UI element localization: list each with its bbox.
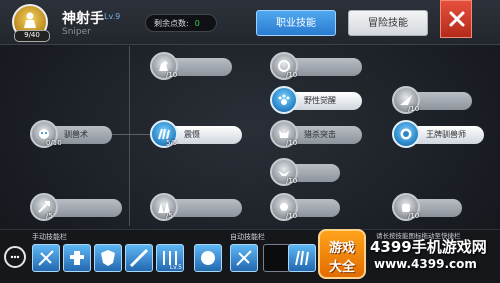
crossbow-icon	[236, 250, 252, 266]
skill-level: /10	[408, 105, 420, 113]
archer-icon	[24, 12, 36, 28]
manual-slot-4[interactable]	[125, 244, 153, 272]
skill-level: /10	[286, 71, 298, 79]
manual-slot-2[interactable]	[63, 244, 91, 272]
class-name-en: Sniper	[62, 27, 91, 37]
watermark-badge: 游戏 大全	[318, 229, 366, 279]
manual-slot-6[interactable]	[194, 244, 222, 272]
remaining-points: 剩余点数: 0	[145, 14, 217, 32]
header-bar: 9/40 神射手 Lv.9 Sniper 剩余点数: 0 职业技能 冒险技能	[0, 0, 500, 45]
skill-name: 野性觉醒	[304, 96, 336, 105]
skill-level: 0/10	[46, 139, 62, 147]
skill-level: /5	[166, 212, 173, 220]
manual-slot-1[interactable]	[32, 244, 60, 272]
slot-level: Lv.5	[169, 264, 182, 271]
auto-slot-2[interactable]	[263, 244, 291, 272]
manual-slot-5[interactable]: Lv.5	[156, 244, 184, 272]
tab-class-skills[interactable]: 职业技能	[256, 10, 336, 36]
watermark-badge-bottom: 大全	[328, 260, 355, 275]
arrow-icon	[30, 193, 58, 221]
close-button[interactable]	[440, 0, 472, 38]
skill-level: /10	[286, 139, 298, 147]
skill-name: 震慑	[184, 130, 200, 139]
manual-skill-bar-label: 手动技能栏	[32, 233, 67, 241]
skill-level: /10	[286, 212, 298, 220]
manual-slot-3[interactable]	[94, 244, 122, 272]
tab-adventure-skills[interactable]: 冒险技能	[348, 10, 428, 36]
avatar-level: 9/40	[14, 30, 50, 42]
tree-connector-vertical	[129, 46, 130, 226]
skill-level: /10	[166, 71, 178, 79]
skill-level: /10	[408, 212, 420, 220]
watermark-url: www.4399.com	[374, 257, 477, 271]
beast-icon	[201, 251, 215, 265]
manual-slot-7[interactable]	[288, 244, 316, 272]
watermark-site-name: 4399手机游戏网	[370, 238, 487, 256]
crossbow-icon	[38, 250, 54, 266]
totem-icon	[70, 251, 84, 265]
paw-icon	[270, 86, 298, 114]
auto-skill-bar-label: 自动技能栏	[230, 233, 265, 241]
points-value: 0	[194, 19, 200, 28]
skill-level: 5/5	[166, 139, 178, 147]
points-label: 剩余点数:	[154, 19, 189, 28]
skill-window: 9/40 神射手 Lv.9 Sniper 剩余点数: 0 职业技能 冒险技能 /1…	[0, 0, 500, 283]
auto-slot-1[interactable]	[230, 244, 258, 272]
skill-name: 王牌驯兽师	[426, 130, 466, 139]
skill-level: /5	[46, 212, 53, 220]
chat-icon[interactable]	[4, 246, 26, 268]
close-x-icon	[449, 11, 465, 27]
class-name: 神射手	[62, 11, 104, 27]
watermark-badge-top: 游戏	[328, 241, 355, 256]
skill-name: 驯兽术	[64, 130, 88, 139]
lion-icon	[392, 120, 420, 148]
shield-icon	[101, 250, 115, 266]
class-level: Lv.9	[104, 12, 121, 21]
spike-icon	[150, 193, 178, 221]
claw-icon	[295, 250, 309, 266]
shot-icon	[129, 248, 149, 268]
skill-level: /10	[286, 177, 298, 185]
skill-name: 猎杀突击	[304, 130, 336, 139]
